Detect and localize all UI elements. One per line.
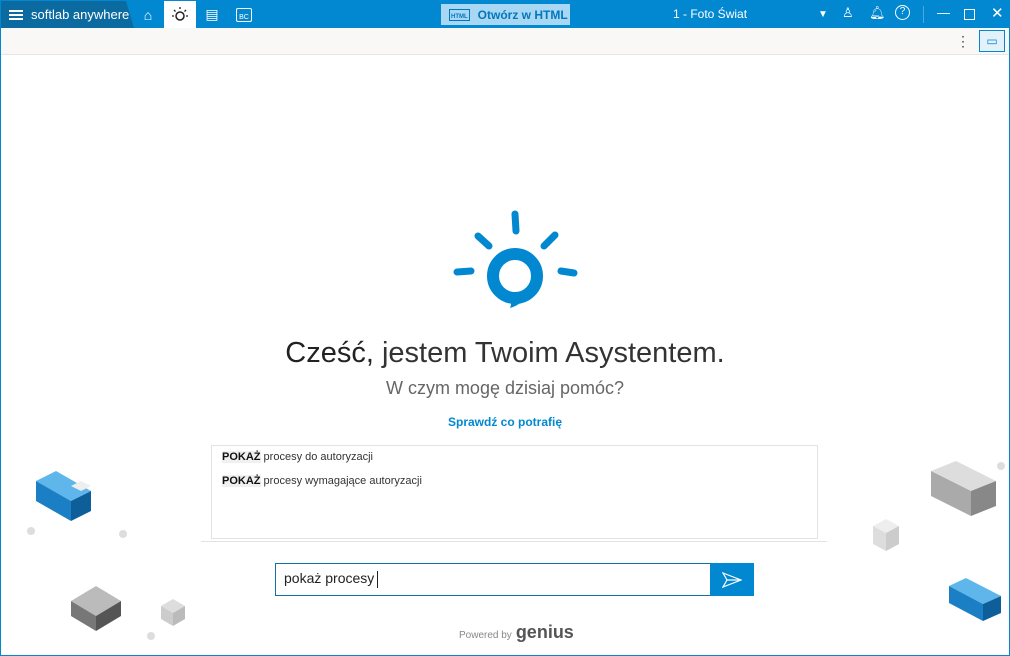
decorative-cubes-right-top <box>873 461 1005 551</box>
app-name: softlab anywhere <box>31 7 130 22</box>
help-icon[interactable]: ? <box>895 5 910 20</box>
chat-button[interactable]: ▭ <box>979 30 1005 52</box>
query-input[interactable]: pokaż procesy <box>275 563 711 596</box>
open-html-button[interactable]: HTML Otwórz w HTML <box>441 4 570 25</box>
html-icon: HTML <box>449 8 470 21</box>
subtitle: W czym mogę dzisiaj pomóc? <box>385 378 625 398</box>
tab-home[interactable]: ⌂ <box>132 1 164 28</box>
chevron-down-icon[interactable]: ▼ <box>818 9 828 20</box>
minimize-button[interactable]: — <box>937 5 950 20</box>
greeting-heading: Cześć, jestem Twoim Asystentem. <box>285 337 725 369</box>
bell-icon[interactable]: 🔔︎ <box>869 5 886 21</box>
suggestion-item[interactable]: POKAŻ procesy do autoryzacji <box>222 451 373 463</box>
newspaper-icon: ▤ <box>205 6 219 22</box>
company-selector[interactable]: 1 - Foto Świat <box>673 7 747 21</box>
maximize-button[interactable] <box>964 9 975 20</box>
divider <box>201 541 827 542</box>
capabilities-link[interactable]: Sprawdź co potrafię <box>1 415 1009 429</box>
decorative-cubes-left-top <box>27 471 127 538</box>
suggestions-list: POKAŻ procesy do autoryzacji POKAŻ proce… <box>211 445 818 539</box>
hamburger-icon <box>9 9 23 20</box>
chat-icon: ▭ <box>986 34 998 48</box>
suggestion-item[interactable]: POKAŻ procesy wymagające autoryzacji <box>222 475 422 487</box>
assistant-logo-icon <box>453 210 578 308</box>
bc-icon: BC <box>236 7 252 22</box>
genius-logo: genius <box>515 622 574 642</box>
close-button[interactable]: ✕ <box>991 4 1004 22</box>
more-options-button[interactable]: ⋮ <box>956 33 970 50</box>
tab-documents[interactable]: ▤ <box>196 1 228 28</box>
toolbar: ⋮ ▭ <box>1 28 1009 55</box>
tab-bc[interactable]: BC <box>228 1 260 28</box>
tab-assistant[interactable] <box>164 1 196 28</box>
user-icon[interactable]: ♙ <box>842 5 854 21</box>
open-html-label: Otwórz w HTML <box>477 7 568 22</box>
separator <box>923 6 924 23</box>
app-menu-button[interactable]: softlab anywhere <box>1 1 134 28</box>
send-icon <box>722 571 742 588</box>
decorative-cubes-left-bottom <box>71 586 185 640</box>
title-bar: softlab anywhere ⌂ ▤ BC HTML Otwórz w HT… <box>1 1 1010 28</box>
decorative-cubes-right-bottom <box>949 578 1001 621</box>
powered-by: Powered by genius <box>459 622 574 642</box>
lightbulb-icon <box>172 6 188 21</box>
home-icon: ⌂ <box>143 6 153 23</box>
send-button[interactable] <box>710 563 754 596</box>
